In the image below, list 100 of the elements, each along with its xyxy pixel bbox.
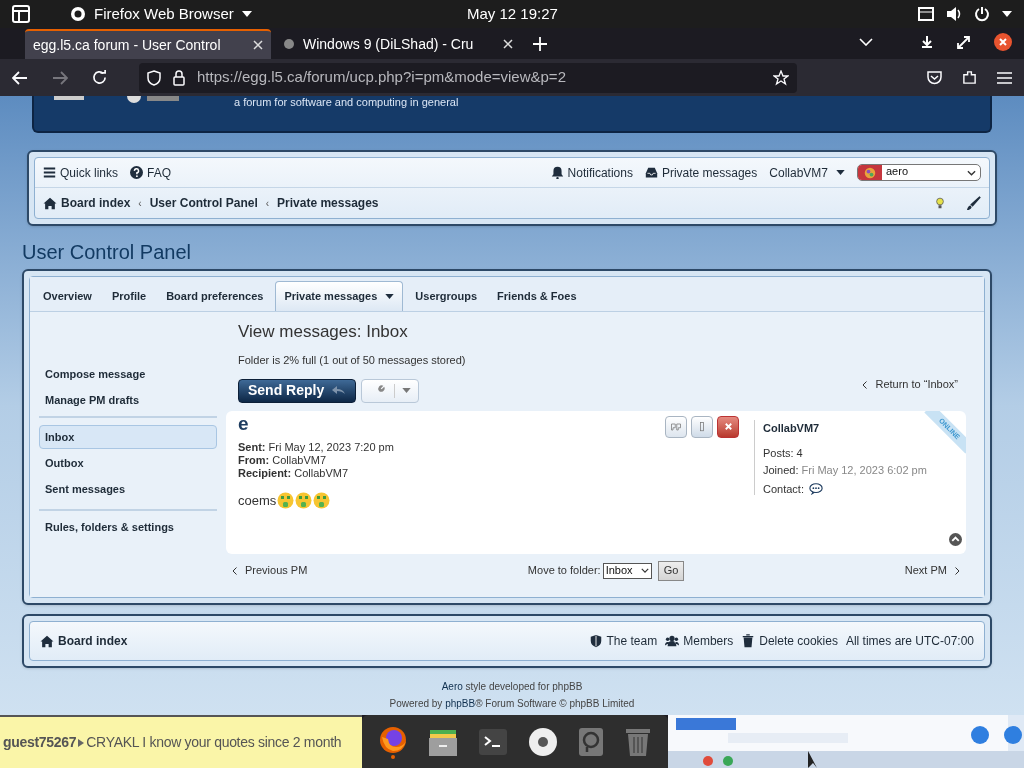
- panel-tab[interactable]: Board preferences: [158, 281, 272, 311]
- tools-button[interactable]: [361, 378, 420, 403]
- extensions-icon[interactable]: [962, 70, 977, 85]
- close-icon[interactable]: [994, 33, 1012, 51]
- page-title: User Control Panel: [22, 240, 191, 264]
- go-button[interactable]: Go: [657, 560, 685, 581]
- paintbrush-icon[interactable]: [966, 195, 981, 211]
- panel-tab[interactable]: Private messages: [275, 281, 404, 311]
- footer-link[interactable]: Members: [665, 632, 734, 650]
- shield-icon: [147, 69, 161, 86]
- firefox-icon[interactable]: [378, 724, 408, 759]
- previous-link[interactable]: Previous PM: [232, 562, 308, 579]
- user-menu[interactable]: CollabVM7: [769, 163, 845, 182]
- quote-icon: [670, 420, 682, 433]
- delete-button[interactable]: [717, 415, 739, 438]
- chat-bubble-icon[interactable]: [807, 482, 824, 497]
- trash-icon: [741, 634, 756, 648]
- sidebar-item[interactable]: Manage PM drafts: [39, 388, 217, 412]
- address-bar[interactable]: https://egg.l5.ca/forum/ucp.php?i=pm&mode=view&p=2: [139, 62, 797, 93]
- browser-tab[interactable]: egg.l5.ca forum - User Control: [25, 29, 271, 59]
- scroll-top-icon[interactable]: [949, 532, 962, 546]
- reload-icon[interactable]: [92, 70, 107, 85]
- author-name[interactable]: CollabVM7: [763, 419, 820, 436]
- forward-icon: [52, 70, 68, 85]
- close-icon[interactable]: [253, 40, 263, 50]
- return-link[interactable]: Return to “Inbox”: [862, 376, 958, 393]
- panel-tab[interactable]: Profile: [103, 281, 155, 311]
- breadcrumb-separator: ‹: [265, 196, 270, 211]
- footer-link[interactable]: Delete cookies: [741, 632, 838, 650]
- breadcrumb-link[interactable]: Board index: [43, 194, 131, 212]
- menu-icon[interactable]: [997, 71, 1012, 84]
- notifications-link[interactable]: Notifications: [550, 163, 633, 182]
- send-reply-button[interactable]: Send Reply: [238, 378, 357, 403]
- chevron-down-icon[interactable]: [859, 38, 873, 46]
- caret-icon: [836, 170, 845, 175]
- download-icon[interactable]: [921, 36, 933, 48]
- folder-select[interactable]: Inbox: [602, 562, 652, 579]
- power-icon[interactable]: [974, 6, 990, 22]
- sidebar-item[interactable]: Sent messages: [39, 477, 217, 501]
- ticker-message: CRYAKL I know your quotes since 2 month: [86, 733, 342, 752]
- ticker-user: guest75267: [3, 733, 77, 752]
- app-menu[interactable]: Firefox Web Browser: [94, 2, 234, 26]
- chevron-right-icon: [955, 566, 960, 575]
- close-icon[interactable]: [503, 39, 513, 49]
- credits-link[interactable]: phpBB: [445, 698, 476, 709]
- terminal-icon[interactable]: [478, 727, 508, 756]
- author-posts: Posts: 4: [763, 446, 803, 461]
- credits-link[interactable]: Aero: [441, 681, 463, 692]
- page-icon: [283, 38, 295, 50]
- private-messages-link[interactable]: Private messages: [644, 163, 758, 182]
- browser-tab[interactable]: Windows 9 (DiLShad) - Cru: [275, 29, 521, 59]
- chevron-left-icon: [232, 566, 237, 575]
- section-heading: View messages: Inbox: [238, 322, 408, 342]
- message-body: coems: [238, 491, 277, 510]
- lightbulb-icon[interactable]: [934, 196, 946, 210]
- credits-line: Aero style developed for phpBB: [441, 680, 583, 694]
- report-button[interactable]: [691, 415, 713, 438]
- faq-link[interactable]: FAQ: [130, 163, 172, 182]
- screen-icon[interactable]: [918, 7, 934, 21]
- quick-links[interactable]: Quick links: [43, 163, 118, 182]
- message-detail: Recipient: CollabVM7: [238, 466, 349, 480]
- pocket-icon[interactable]: [927, 70, 942, 85]
- firefox-icon[interactable]: [70, 6, 86, 22]
- caret-icon[interactable]: [1002, 11, 1012, 17]
- breadcrumb-link[interactable]: Private messages: [277, 194, 379, 212]
- chevron-down-icon: [967, 169, 976, 176]
- chevron-left-icon: [862, 380, 868, 389]
- panel-tab[interactable]: Overview: [35, 281, 100, 311]
- move-label: Move to folder:: [527, 563, 601, 579]
- disc-icon[interactable]: [528, 726, 558, 757]
- reply-icon: [332, 386, 347, 395]
- message-detail: From: CollabVM7: [238, 453, 327, 467]
- author-joined: Joined: Fri May 12, 2023 6:02 pm: [763, 462, 927, 478]
- style-select[interactable]: aero: [857, 164, 981, 181]
- timezone-note: All times are UTC-07:00: [845, 633, 974, 650]
- footer-link[interactable]: The team: [588, 632, 658, 650]
- help-icon: [130, 166, 143, 179]
- clock[interactable]: May 12 19:27: [467, 2, 558, 26]
- maximize-icon[interactable]: [957, 35, 970, 49]
- panel-tab[interactable]: Usergroups: [407, 281, 486, 311]
- back-icon[interactable]: [12, 70, 28, 85]
- lock-icon: [173, 69, 185, 86]
- breadcrumb-link[interactable]: User Control Panel: [149, 194, 258, 212]
- home-icon: [43, 196, 57, 210]
- sidebar-item[interactable]: Compose message: [39, 362, 217, 386]
- star-icon[interactable]: [773, 69, 789, 86]
- next-link[interactable]: Next PM: [904, 562, 960, 579]
- trash-icon[interactable]: [624, 726, 652, 757]
- breadcrumb-separator: ‹: [138, 196, 142, 211]
- disk-usage-icon[interactable]: [578, 726, 604, 757]
- sidebar-item[interactable]: Rules, folders & settings: [39, 515, 217, 539]
- chevron-down-icon: [640, 568, 649, 573]
- activities-icon[interactable]: [12, 5, 30, 23]
- inbox-icon: [644, 166, 658, 179]
- sidebar-item[interactable]: Outbox: [39, 451, 217, 475]
- panel-tab[interactable]: Friends & Foes: [489, 281, 585, 311]
- sidebar-item[interactable]: Inbox: [39, 425, 217, 449]
- board-index-link[interactable]: Board index: [40, 632, 128, 650]
- volume-icon[interactable]: [946, 6, 962, 22]
- new-tab-icon[interactable]: [533, 37, 547, 51]
